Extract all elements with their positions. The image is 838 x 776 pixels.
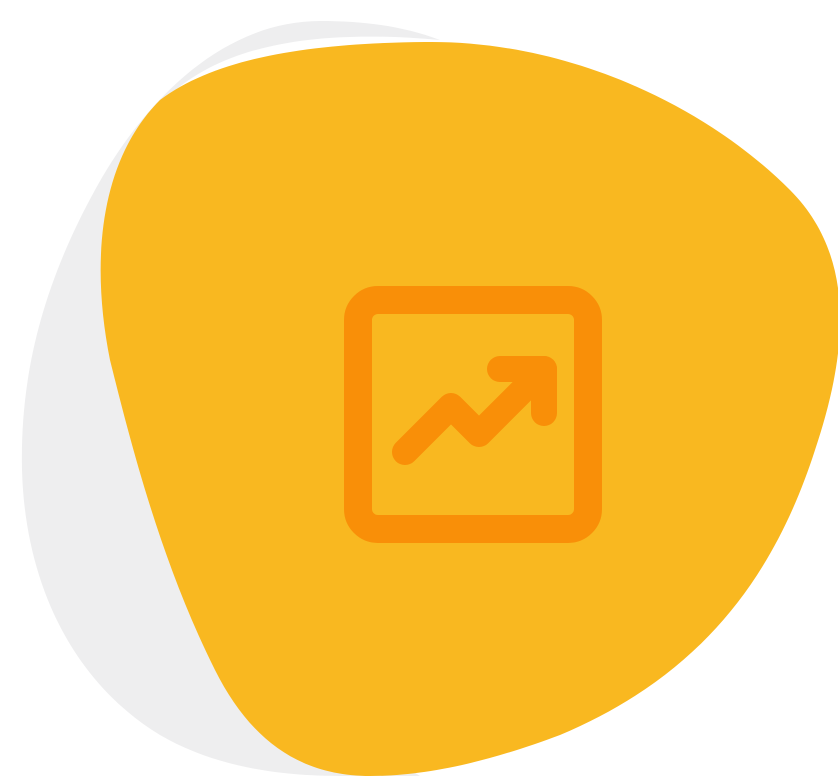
- blob-illustration: [21, 21, 838, 776]
- illustration-canvas: [0, 0, 838, 776]
